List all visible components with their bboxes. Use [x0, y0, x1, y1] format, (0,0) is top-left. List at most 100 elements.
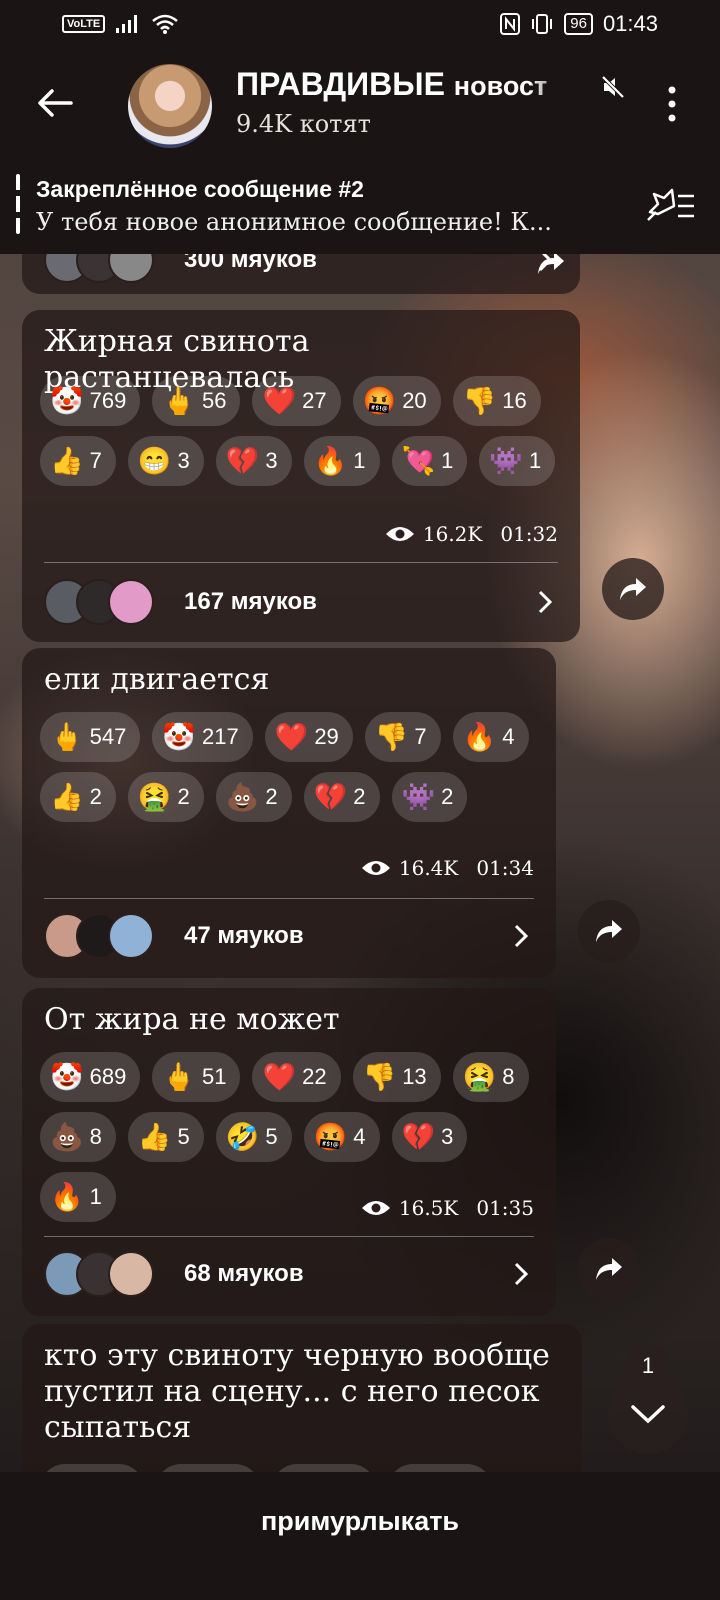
reaction-pill[interactable]: 👎 16 — [452, 376, 541, 426]
divider — [44, 562, 558, 563]
channel-header[interactable]: ПРАВДИВЫЕ новост 9.4K котят — [0, 48, 720, 164]
comments-button[interactable]: 167 мяуков — [44, 572, 556, 632]
bottom-bar: примурлыкать — [0, 1472, 720, 1600]
reaction-count: 5 — [177, 1124, 190, 1149]
reaction-pill[interactable]: 👾 2 — [391, 772, 468, 822]
reaction-pill[interactable]: 👍 5 — [127, 1112, 204, 1162]
share-button[interactable] — [578, 1238, 640, 1300]
reaction-count: 1 — [353, 448, 366, 473]
reaction-pill[interactable]: ❤️ 22 — [252, 1052, 341, 1102]
reaction-pill[interactable]: 🤬 4 — [303, 1112, 380, 1162]
reaction-pill[interactable]: 👍 2 — [40, 772, 116, 822]
reaction-pill[interactable]: 👎 13 — [352, 1052, 441, 1102]
channel-title[interactable]: ПРАВДИВЫЕ новост — [236, 66, 581, 103]
pin-list-icon[interactable] — [642, 182, 698, 230]
message-bubble[interactable]: ели двигается 🖕 547 🤡 217 ❤️ 29 👎 7 🔥 4 👍 2 🤮 2 💩 2 💔 2 👾 2… — [22, 648, 556, 978]
channel-avatar[interactable] — [128, 64, 212, 148]
share-arrow-icon — [596, 920, 622, 942]
reaction-pill[interactable] — [388, 1464, 492, 1472]
message-bubble[interactable]: Жирная свинота растанцевалась 🤡 769 🖕 56 ❤️ 2… — [22, 310, 580, 642]
reaction-pill[interactable]: 💘 1 — [391, 436, 468, 486]
view-count: 16.2K — [422, 522, 483, 546]
reaction-pill[interactable]: 🤬 20 — [352, 376, 441, 426]
reaction-pill[interactable]: 🔥 4 — [452, 712, 529, 762]
reaction-emoji: ❤️ — [262, 386, 297, 416]
volte-indicator: VoLTE — [62, 15, 106, 33]
reaction-pill[interactable]: 🤮 2 — [127, 772, 204, 822]
commenter-avatars — [44, 1251, 162, 1297]
reaction-pill[interactable]: 🔥 1 — [40, 1172, 116, 1222]
reaction-pill[interactable] — [156, 1464, 260, 1472]
reaction-pill[interactable]: 👍 7 — [40, 436, 116, 486]
reaction-count: 2 — [89, 784, 102, 809]
reaction-pill[interactable]: 🖕 547 — [40, 712, 141, 762]
reaction-pill[interactable]: 🤡 769 — [40, 376, 141, 426]
reaction-pill[interactable]: 💔 3 — [391, 1112, 468, 1162]
message-meta: 16.4K 01:34 — [361, 856, 534, 880]
share-button[interactable] — [602, 558, 664, 620]
reaction-count: 217 — [201, 724, 239, 749]
reaction-count: 4 — [502, 724, 515, 749]
reaction-pill[interactable]: 💩 2 — [215, 772, 292, 822]
message-bubble[interactable]: кто эту свиноту черную вообще пустил на … — [22, 1324, 582, 1472]
reaction-pill[interactable]: 💔 3 — [215, 436, 292, 486]
reaction-emoji: ❤️ — [262, 1062, 297, 1092]
reaction-emoji: 💩 — [50, 1122, 84, 1152]
reaction-pill[interactable]: 👾 1 — [479, 436, 556, 486]
back-button[interactable] — [28, 76, 82, 130]
reaction-count: 1 — [441, 448, 454, 473]
reaction-count: 51 — [201, 1064, 227, 1089]
reaction-pill[interactable]: 👎 7 — [364, 712, 441, 762]
avatar — [108, 913, 154, 959]
comments-button[interactable]: 300 мяуков — [44, 254, 556, 290]
chevron-down-icon — [631, 1405, 665, 1424]
arrow-left-icon — [38, 89, 73, 117]
clock: 01:43 — [602, 11, 658, 36]
more-menu-button[interactable] — [658, 82, 686, 126]
status-bar: VoLTE 96 01:43 — [0, 0, 720, 48]
reaction-emoji: 👾 — [401, 782, 436, 812]
avatar — [108, 579, 154, 625]
reaction-pill[interactable]: 😁 3 — [127, 436, 204, 486]
comments-count: 47 мяуков — [184, 922, 304, 949]
comments-button[interactable]: 68 мяуков — [44, 1244, 532, 1304]
reaction-pill[interactable]: 🔥 1 — [303, 436, 380, 486]
reaction-pill[interactable]: ❤️ 27 — [252, 376, 341, 426]
reaction-count: 547 — [89, 724, 127, 749]
reaction-emoji: 🤡 — [162, 722, 196, 752]
join-channel-button[interactable]: примурлыкать — [261, 1506, 459, 1537]
reaction-count: 7 — [414, 724, 427, 749]
pinned-message-bar[interactable]: Закреплённое сообщение #2 У тебя новое а… — [0, 164, 720, 254]
message-time: 01:35 — [476, 1196, 534, 1220]
reaction-count: 16 — [502, 388, 527, 413]
view-count: 16.5K — [398, 1196, 459, 1220]
message-bubble[interactable]: 300 мяуков — [22, 254, 580, 294]
reaction-pill[interactable]: 🤮 8 — [452, 1052, 529, 1102]
reaction-pill[interactable]: 🤡 689 — [40, 1052, 141, 1102]
share-button[interactable] — [578, 900, 640, 962]
comments-count: 68 мяуков — [184, 1260, 304, 1287]
reaction-pill[interactable]: 🤡 217 — [152, 712, 253, 762]
message-list[interactable]: 300 мяуков Жирная свинота растанцевалась… — [0, 254, 720, 1472]
reaction-count: 13 — [402, 1064, 427, 1089]
pinned-title: Закреплённое сообщение #2 — [36, 176, 364, 202]
reaction-count: 3 — [177, 448, 190, 473]
reaction-pill[interactable]: ❤️ 29 — [264, 712, 353, 762]
reaction-count: 22 — [302, 1064, 327, 1089]
reaction-pill[interactable]: 🖕 56 — [152, 376, 241, 426]
comments-button[interactable]: 47 мяуков — [44, 906, 532, 966]
message-bubble[interactable]: От жира не может 🤡 689 🖕 51 ❤️ 22 👎 13 🤮 8 💩 8 👍 5 🤣 5 🤬… — [22, 988, 556, 1316]
reaction-count: 5 — [265, 1124, 278, 1149]
reaction-emoji: 😁 — [137, 446, 172, 476]
reaction-pill[interactable] — [40, 1464, 144, 1472]
reaction-pill[interactable]: 💔 2 — [303, 772, 380, 822]
scroll-down-button[interactable] — [608, 1374, 688, 1454]
reaction-pill[interactable]: 🤣 5 — [215, 1112, 292, 1162]
pinned-indicator — [16, 174, 20, 234]
reaction-pill[interactable] — [272, 1464, 376, 1472]
reaction-pill[interactable]: 💩 8 — [40, 1112, 116, 1162]
reaction-count: 27 — [302, 388, 327, 413]
reaction-emoji: 👍 — [50, 782, 84, 812]
eye-icon — [385, 527, 414, 541]
reaction-pill[interactable]: 🖕 51 — [152, 1052, 241, 1102]
